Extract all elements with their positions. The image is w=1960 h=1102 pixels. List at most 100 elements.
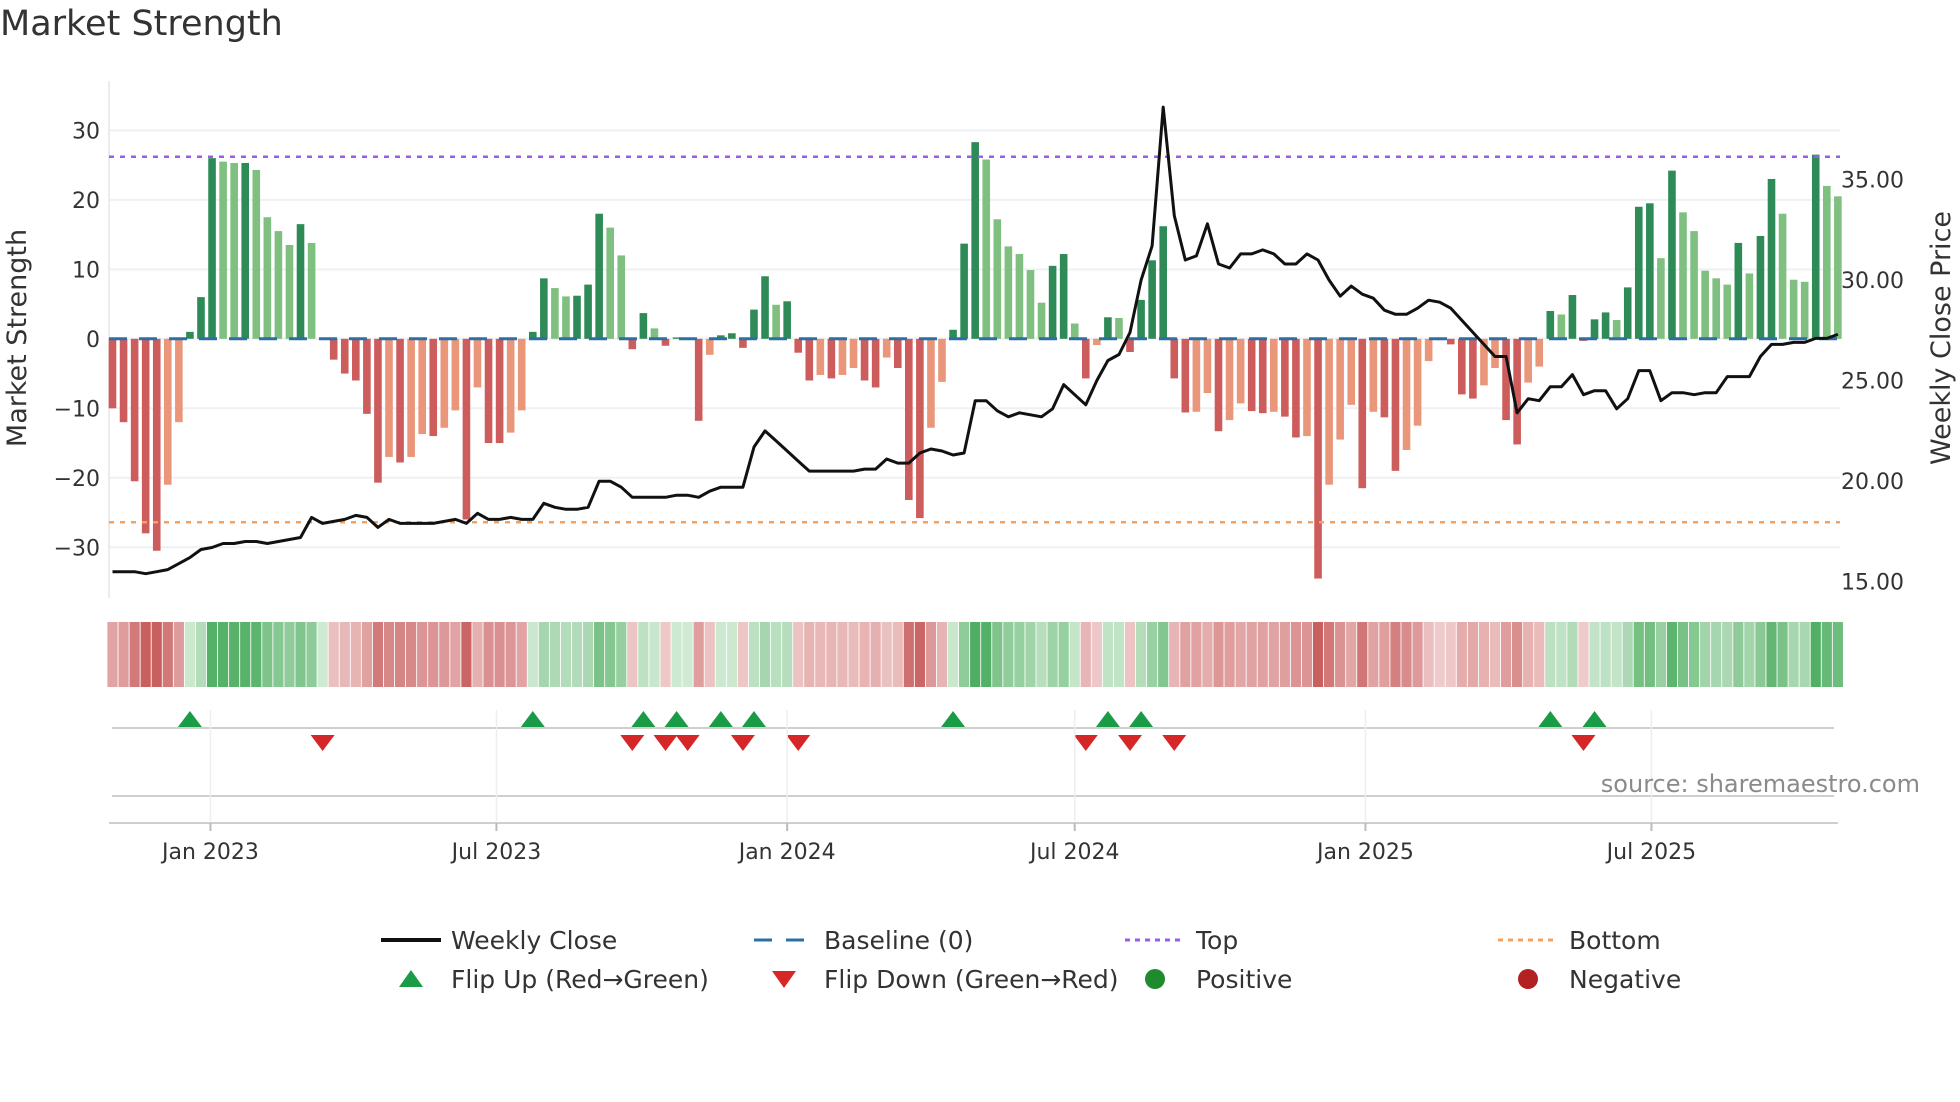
flip-down-marker bbox=[1118, 735, 1143, 751]
heat-strip-cell bbox=[549, 622, 560, 687]
strength-bar bbox=[827, 338, 836, 379]
heat-strip-cell bbox=[1655, 622, 1666, 687]
heat-strip-cell bbox=[815, 622, 826, 687]
strength-bar bbox=[805, 338, 814, 381]
heat-strip-cell bbox=[671, 622, 682, 687]
heat-strip-cell bbox=[527, 622, 538, 687]
strength-bar bbox=[1701, 270, 1709, 339]
heat-strip-cell bbox=[1324, 622, 1335, 687]
strength-bar bbox=[230, 162, 238, 339]
legend-item: Flip Down (Green→Red) bbox=[772, 965, 1119, 994]
heat-strip-cell bbox=[306, 622, 317, 687]
strength-bar bbox=[1303, 338, 1311, 437]
flip-down-marker bbox=[1162, 735, 1187, 751]
heat-strip-cell bbox=[118, 622, 129, 687]
strength-bar bbox=[506, 338, 515, 433]
strength-bar bbox=[164, 338, 172, 485]
heat-strip-cell bbox=[1434, 622, 1445, 687]
heat-strip-cell bbox=[759, 622, 771, 687]
strength-bar bbox=[307, 242, 316, 339]
heat-strip-cell bbox=[229, 622, 240, 687]
flip-up-marker bbox=[1582, 711, 1607, 727]
strength-bar bbox=[252, 169, 261, 339]
heat-strip-cell bbox=[737, 622, 749, 687]
strength-bar bbox=[849, 338, 858, 368]
strength-bar bbox=[1679, 212, 1687, 339]
heat-strip-cell bbox=[273, 622, 284, 687]
strength-bar bbox=[1502, 338, 1510, 421]
heat-strip-cell bbox=[295, 622, 306, 687]
strength-bar bbox=[1236, 338, 1245, 404]
strength-bar bbox=[617, 255, 626, 339]
strength-bar bbox=[1347, 338, 1356, 405]
strength-bar bbox=[794, 338, 803, 353]
heat-strip-cell bbox=[638, 622, 649, 687]
heat-strip-cell bbox=[1722, 622, 1733, 687]
heat-strip-cell bbox=[1124, 622, 1136, 687]
heat-strip-cell bbox=[339, 622, 350, 687]
flip-up-marker bbox=[1129, 711, 1154, 727]
strength-bar bbox=[860, 338, 869, 381]
flip-up-marker bbox=[631, 711, 656, 727]
heat-strip-cell bbox=[151, 622, 162, 687]
strength-bar bbox=[1646, 203, 1654, 339]
heat-strip-cell bbox=[1379, 622, 1390, 687]
strength-bar bbox=[1314, 338, 1322, 579]
strength-bar bbox=[1778, 213, 1787, 339]
y-tick-label: 30 bbox=[72, 119, 100, 144]
flip-down-marker bbox=[1073, 735, 1098, 751]
heat-strip-cell bbox=[1357, 622, 1368, 687]
heat-strip-cell bbox=[1147, 622, 1158, 687]
strength-bar bbox=[882, 338, 891, 358]
heat-strip-cell bbox=[206, 622, 218, 687]
strength-bar bbox=[219, 161, 227, 339]
strength-bar bbox=[1469, 338, 1477, 399]
heat-strip-cell bbox=[1346, 622, 1357, 687]
heat-strip-cell bbox=[925, 622, 937, 687]
strength-bar bbox=[130, 338, 139, 482]
heat-strip-cell bbox=[394, 622, 406, 687]
triangle-down-icon bbox=[772, 971, 796, 988]
heat-strip-cell bbox=[184, 622, 196, 687]
strength-bar bbox=[1402, 338, 1411, 450]
heat-strip-cell bbox=[771, 622, 782, 687]
heat-strip-cell bbox=[1445, 622, 1456, 687]
heat-strip-cell bbox=[571, 622, 583, 687]
strength-bar bbox=[960, 243, 968, 339]
strength-bar bbox=[1015, 254, 1024, 339]
strength-bar bbox=[1059, 254, 1068, 339]
flip-down-marker bbox=[1571, 735, 1596, 751]
heat-strip-cell bbox=[947, 622, 959, 687]
heat-strip-cell bbox=[1500, 622, 1512, 687]
strength-bar bbox=[871, 338, 880, 388]
strength-bar bbox=[1745, 273, 1754, 339]
strength-bar bbox=[1247, 338, 1256, 412]
heat-strip-cell bbox=[892, 622, 903, 687]
flip-up-marker bbox=[708, 711, 733, 727]
x-tick-label: Jul 2024 bbox=[1028, 840, 1120, 865]
heat-strip-cell bbox=[1633, 622, 1644, 687]
heat-strip-cell bbox=[1169, 622, 1180, 687]
heat-strip-cell bbox=[1611, 622, 1622, 687]
strength-bar bbox=[517, 338, 526, 411]
heat-strip-cell bbox=[1235, 622, 1246, 687]
flip-up-marker bbox=[664, 711, 689, 727]
strength-bar bbox=[1535, 338, 1544, 367]
flip-up-marker bbox=[941, 711, 966, 727]
heat-strip-cell bbox=[594, 622, 605, 687]
heat-strip-cell bbox=[1766, 622, 1777, 687]
y2-tick-label: 30.00 bbox=[1841, 269, 1904, 294]
strength-bar bbox=[1734, 242, 1743, 339]
x-axis-ticks: Jan 2023 Jul 2023 Jan 2024 Jul 2024 Jan 2025… bbox=[160, 710, 1696, 865]
strength-bar bbox=[152, 338, 161, 551]
heat-strip-cell bbox=[682, 622, 693, 687]
strength-bar bbox=[1192, 338, 1201, 412]
strength-bar bbox=[1203, 338, 1212, 394]
y2-tick-label: 35.00 bbox=[1841, 169, 1904, 194]
heat-strip-cell bbox=[1534, 622, 1545, 687]
strength-bar bbox=[429, 338, 438, 437]
heat-strip-cell bbox=[726, 622, 737, 687]
heat-strip-cell bbox=[1821, 622, 1832, 687]
heat-strip-cell bbox=[284, 622, 295, 687]
legend-label: Flip Up (Red→Green) bbox=[451, 965, 709, 994]
